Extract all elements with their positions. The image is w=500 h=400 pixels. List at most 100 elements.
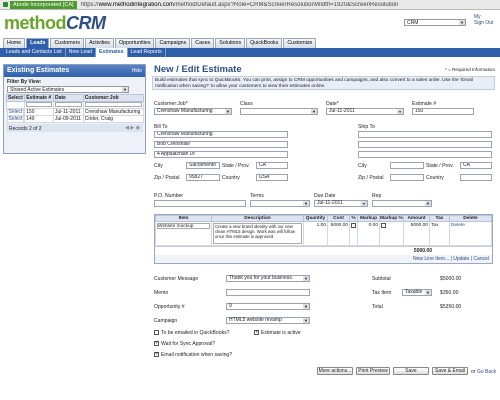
tab-cases[interactable]: Cases (191, 38, 215, 48)
save-email-button[interactable]: Save & Email (432, 367, 468, 375)
memo-input[interactable] (226, 289, 310, 296)
method-crm-logo: methodCRM (4, 13, 106, 33)
filter-estimate-input[interactable] (26, 102, 52, 107)
due-date-field[interactable]: Jul-11-2011 ▾ (314, 200, 368, 207)
select-link[interactable]: Select (6, 115, 25, 123)
tab-campaigns[interactable]: Campaigns (155, 38, 191, 48)
tab-activities[interactable]: Activities (85, 38, 114, 48)
po-input[interactable] (154, 200, 246, 207)
table-row[interactable]: Select 150 Jul-11-2011 Crenshaw Manufact… (6, 108, 145, 116)
tab-leads[interactable]: Leads (26, 38, 50, 48)
quantity-cell[interactable]: 1.00 (303, 221, 328, 246)
tab-home[interactable]: Home (3, 38, 26, 48)
item-select[interactable]: Website mockup (157, 223, 210, 229)
opportunity-select[interactable]: 9 ▼ (226, 303, 310, 310)
total-value: $5350.00 (440, 304, 462, 310)
bill-to-line-1[interactable]: Crenshaw Manufacturing (154, 131, 288, 138)
col-header[interactable]: Customer:Job (82, 94, 145, 102)
bill-to-line-2[interactable]: Bob Crenshaw (154, 141, 288, 148)
campaign-select[interactable]: HTML5 website revamp ▼ (226, 317, 310, 324)
new-line-item-link[interactable]: New Line Item... (413, 256, 449, 262)
chevron-down-icon: ▼ (303, 304, 309, 309)
subtab-leads-contacts[interactable]: Leads and Contacts List (3, 48, 66, 57)
tab-solutions[interactable]: Solutions (215, 38, 246, 48)
description-input[interactable]: Create a new brand identity with our new… (213, 223, 302, 244)
table-row[interactable]: Website mockup Create a new brand identi… (155, 221, 492, 246)
class-select[interactable]: ▼ (240, 108, 318, 115)
ship-city-input[interactable] (390, 162, 424, 169)
sign-out-link[interactable]: Sign Out (474, 20, 493, 26)
percent-checkbox[interactable] (351, 223, 356, 228)
col-header[interactable]: Estimate # (24, 94, 54, 102)
wait-sync-approval-label: Wait for Sync Approval? (161, 341, 216, 347)
filter-view-select[interactable]: Shared Active Estimates ▼ (7, 86, 129, 93)
save-button[interactable]: Save (393, 367, 429, 375)
tax-item-select[interactable]: Taxable ▼ (402, 289, 432, 296)
delete-link[interactable]: Delete (449, 221, 492, 246)
calendar-icon[interactable]: ▾ (361, 201, 367, 206)
state-input[interactable]: CA (256, 162, 288, 169)
tab-customers[interactable]: Customers (50, 38, 85, 48)
customer-message-select[interactable]: Thank you for your business. ▼ (226, 275, 310, 282)
rep-select[interactable]: ▼ (372, 200, 432, 207)
subtab-estimates[interactable]: Estimates (96, 48, 128, 57)
country-input[interactable]: USA (256, 174, 288, 181)
markup-percent-checkbox[interactable] (381, 223, 386, 228)
tab-quickbooks[interactable]: QuickBooks (246, 38, 283, 48)
item-cell[interactable]: Website mockup (155, 221, 212, 246)
estimate-number-input[interactable]: 150 (412, 108, 474, 115)
grid-footer: New Line Item... | Update | Cancel (155, 255, 492, 263)
col-header[interactable]: Select (5, 94, 26, 102)
update-link[interactable]: Update (453, 256, 469, 262)
tab-opportunities[interactable]: Opportunities (114, 38, 155, 48)
tax-cell[interactable]: Tax (429, 221, 450, 246)
email-notification-checkbox[interactable] (154, 351, 159, 357)
tax-select[interactable]: Tax (431, 223, 438, 228)
ship-country-label: Country (426, 175, 444, 181)
filter-date-input[interactable] (54, 102, 82, 107)
tab-customize[interactable]: Customize (283, 38, 317, 48)
date-field[interactable]: Jul-11-2011 ▾ (326, 108, 404, 115)
ship-country-input[interactable] (460, 174, 492, 181)
or-text: or (471, 369, 476, 375)
ship-state-input[interactable]: CA (460, 162, 492, 169)
hide-link[interactable]: Hide (132, 65, 142, 77)
col-header[interactable]: Date (52, 94, 84, 102)
more-actions-button[interactable]: More actions... (317, 367, 353, 375)
panel-header: Existing Estimates Hide (4, 65, 145, 77)
go-back-link[interactable]: Go Back (477, 369, 496, 375)
ship-to-line-1[interactable] (358, 131, 492, 138)
wait-sync-approval-checkbox[interactable] (154, 340, 159, 346)
url-field[interactable]: https://www.methodintegration.com/method… (81, 2, 451, 8)
estimates-table: Select Estimate # Date Customer:Job Sele… (5, 94, 145, 123)
ship-to-line-3[interactable] (358, 151, 492, 158)
main-tabs: Home Leads Customers Activities Opportun… (3, 38, 317, 48)
info-banner: Build estimates that sync to QuickBooks.… (152, 76, 495, 90)
emailed-in-quickbooks-checkbox[interactable] (154, 330, 159, 335)
description-cell[interactable]: Create a new brand identity with our new… (211, 221, 304, 246)
table-row[interactable]: Select 149 Jul-09-2011 Crider, Craig (6, 115, 145, 123)
customer-select[interactable]: Crenshaw Manufacturing ▼ (154, 108, 232, 115)
subtab-lead-reports[interactable]: Lead Reports (128, 48, 166, 57)
subtab-new-lead[interactable]: New Lead (66, 48, 97, 57)
print-preview-button[interactable]: Print Preview (356, 367, 390, 375)
zip-input[interactable]: 95827 (186, 174, 220, 181)
role-select[interactable]: CRM ▼ (404, 19, 466, 26)
markup-cell[interactable]: 0.00 (357, 221, 380, 246)
ship-zip-input[interactable] (390, 174, 424, 181)
cell-customer: Crider, Craig (82, 115, 145, 123)
ship-to-line-2[interactable] (358, 141, 492, 148)
bill-to-line-3[interactable]: 4 Appalachian Dr (154, 151, 288, 158)
pager-icons[interactable]: ◀ ▶ ◉ (125, 125, 140, 131)
calendar-icon[interactable]: ▾ (397, 109, 403, 114)
amount-cell[interactable]: 5000.00 (403, 221, 430, 246)
chevron-down-icon: ▼ (303, 276, 309, 281)
terms-select[interactable]: ▼ (250, 200, 310, 207)
tax-value: $350.00 (440, 290, 459, 296)
filter-customer-input[interactable] (84, 102, 142, 107)
estimate-active-checkbox[interactable] (254, 329, 259, 335)
items-subtotal: 5000.00 (155, 246, 492, 255)
cancel-link[interactable]: Cancel (473, 256, 489, 262)
city-input[interactable]: Sacramento (186, 162, 220, 169)
cost-cell[interactable]: 5000.00 (327, 221, 350, 246)
